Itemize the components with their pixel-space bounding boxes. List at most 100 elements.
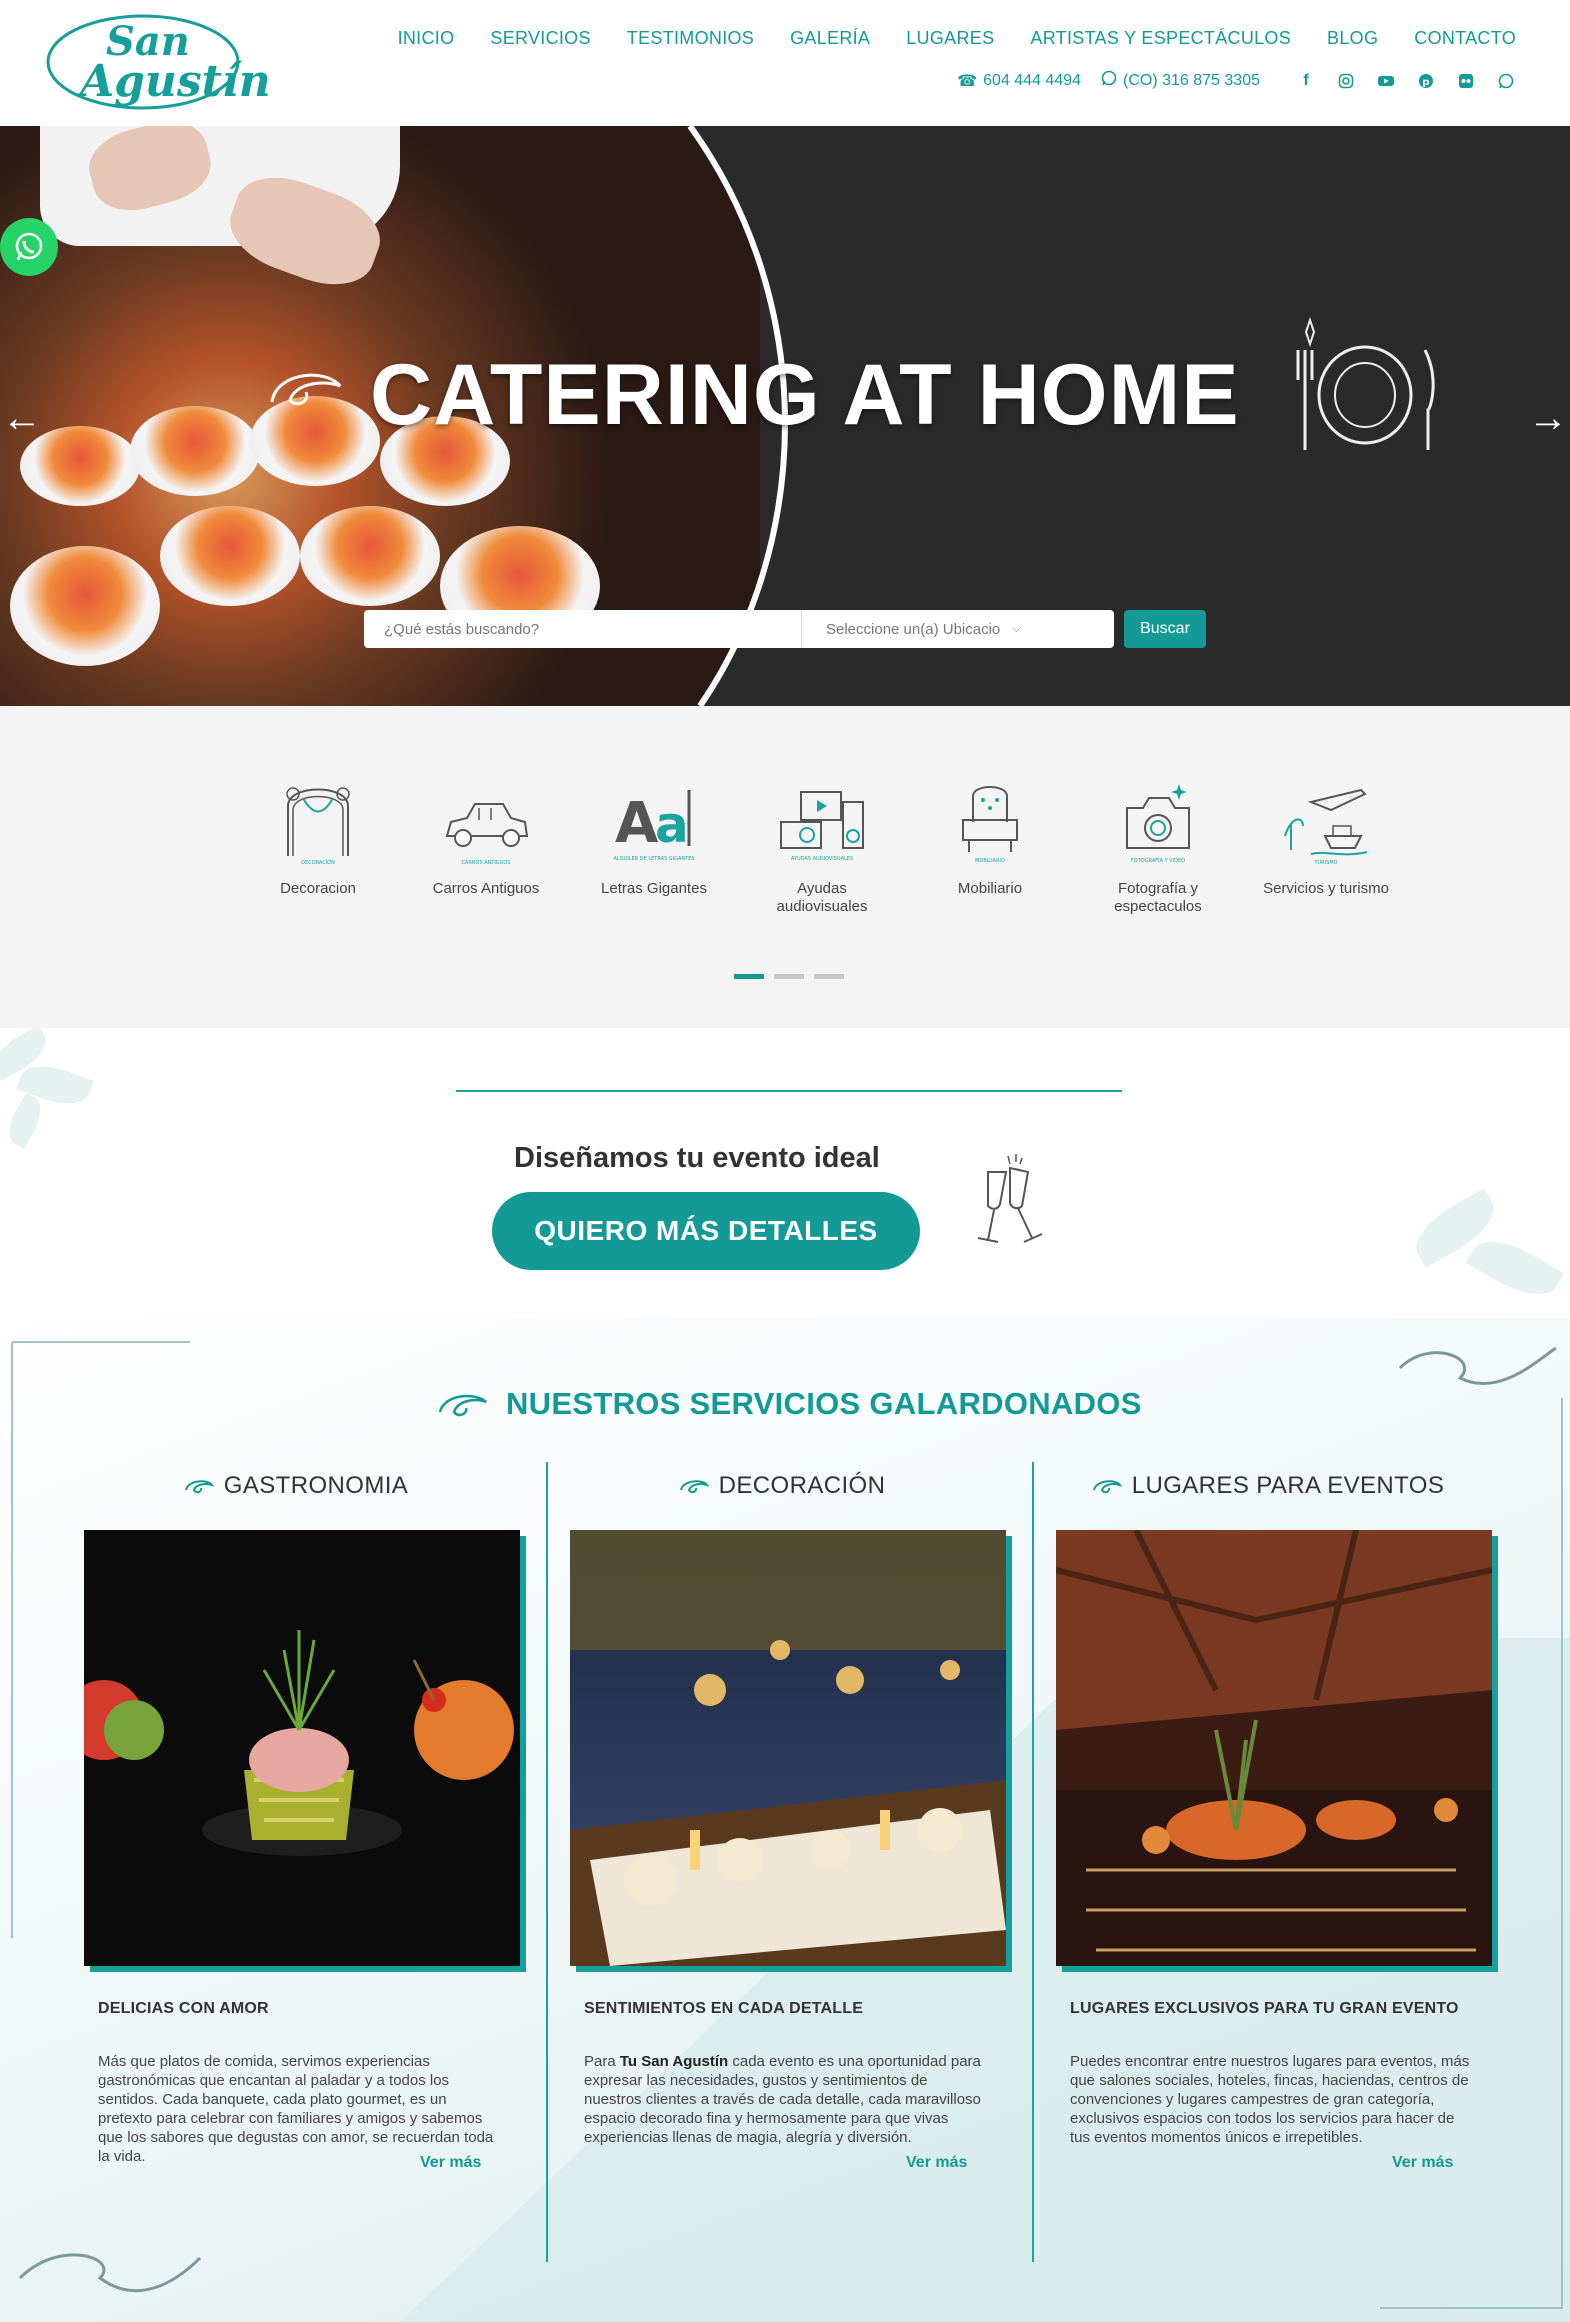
column-text: Más que platos de comida, servimos exper… bbox=[98, 2053, 494, 2165]
instagram-icon[interactable] bbox=[1336, 71, 1356, 91]
category-icon-caption: TURISMO bbox=[1313, 860, 1337, 866]
location-select-value: Seleccione un(a) Ubicacio bbox=[826, 620, 1001, 638]
title-swirl-icon bbox=[438, 1394, 487, 1417]
column-divider bbox=[546, 1462, 548, 2262]
carousel-dot[interactable] bbox=[814, 974, 844, 979]
flickr-icon[interactable] bbox=[1456, 71, 1476, 91]
facebook-icon[interactable]: f bbox=[1296, 71, 1316, 91]
category-label: Servicios y turismo bbox=[1263, 880, 1389, 897]
svg-text:a: a bbox=[655, 796, 689, 854]
nav-servicios[interactable]: SERVICIOS bbox=[490, 28, 590, 49]
site-logo[interactable]: San Agustín bbox=[44, 12, 271, 112]
slider-prev-arrow[interactable]: ← bbox=[2, 398, 42, 438]
svg-text:A: A bbox=[615, 791, 659, 856]
audiovisual-icon: AYUDAS AUDIOVISUALES bbox=[780, 791, 864, 862]
decoration-arch-icon: DECORACIÓN bbox=[286, 787, 350, 866]
swirl-ornament-icon bbox=[270, 373, 342, 406]
phone-link[interactable]: ☎ 604 444 4494 bbox=[957, 71, 1081, 91]
pinterest-icon[interactable]: p bbox=[1416, 71, 1436, 91]
category-icon-caption: AYUDAS AUDIOVISUALES bbox=[791, 856, 853, 862]
category-label: Mobiliario bbox=[957, 880, 1023, 897]
column-heading: DECORACIÓN bbox=[718, 1472, 886, 1499]
gastronomy-dish-image bbox=[84, 1530, 520, 1966]
chevron-down-icon: ⌵ bbox=[1012, 622, 1021, 635]
whatsapp-float-button[interactable] bbox=[0, 218, 58, 276]
ver-mas-link[interactable]: Ver más bbox=[420, 2154, 481, 2172]
ver-mas-link[interactable]: Ver más bbox=[1392, 2154, 1453, 2172]
category-turismo[interactable]: TURISMO Servicios y turismo bbox=[1242, 776, 1410, 916]
category-label: Letras Gigantes bbox=[601, 880, 707, 897]
category-icon-caption: DECORACIÓN bbox=[301, 859, 335, 866]
column-subtitle: DELICIAS CON AMOR bbox=[98, 2000, 269, 2017]
whatsapp-number: (CO) 316 875 3305 bbox=[1123, 71, 1260, 89]
carousel-dots bbox=[734, 974, 844, 979]
category-icon-caption: FOTOGRAFÍA Y VIDEO bbox=[1131, 857, 1185, 864]
cta-section: Diseñamos tu evento ideal QUIERO MÁS DET… bbox=[0, 1028, 1570, 1318]
slider-next-arrow[interactable]: → bbox=[1528, 398, 1568, 438]
brand-name: Tu San Agustín bbox=[619, 2053, 729, 2070]
phone-icon: ☎ bbox=[957, 72, 978, 90]
service-column-lugares: LUGARES PARA EVENTOS LUGARES EXCLUSIVOS … bbox=[1042, 1468, 1498, 2171]
category-label: Carros Antiguos bbox=[432, 880, 540, 897]
search-input[interactable] bbox=[364, 610, 802, 648]
leaf-decoration bbox=[1, 1092, 49, 1150]
categories-carousel: DECORACIÓN Decoracion CARROS ANTIGUOS Ca… bbox=[0, 706, 1570, 1028]
service-column-gastronomia: GASTRONOMIA DELICIAS CON AMOR Más que pl… bbox=[70, 1468, 526, 2171]
heading-swirl-icon bbox=[184, 1480, 214, 1494]
search-button[interactable]: Buscar bbox=[1124, 610, 1206, 648]
decoracion-photo[interactable] bbox=[570, 1530, 1012, 1972]
nav-galeria[interactable]: GALERÍA bbox=[790, 28, 870, 49]
services-section: NUESTROS SERVICIOS GALARDONADOS GASTRONO… bbox=[0, 1318, 1570, 2322]
decorated-table-image bbox=[570, 1530, 1006, 1966]
cta-divider-line bbox=[456, 1090, 1122, 1092]
carousel-dot[interactable] bbox=[774, 974, 804, 979]
nav-contacto[interactable]: CONTACTO bbox=[1414, 28, 1516, 49]
category-audiovisual[interactable]: AYUDAS AUDIOVISUALES Ayudas audiovisuale… bbox=[738, 776, 906, 916]
hero-title: CATERING AT HOME bbox=[370, 347, 1240, 443]
ver-mas-link[interactable]: Ver más bbox=[906, 2154, 967, 2172]
service-column-decoracion: DECORACIÓN SENTIMIENTOS EN CADA DETALLE … bbox=[556, 1468, 1012, 2171]
location-select[interactable]: Seleccione un(a) Ubicacio ⌵ bbox=[802, 610, 1114, 648]
social-icons: f p bbox=[1296, 71, 1516, 91]
site-header: San Agustín INICIO SERVICIOS TESTIMONIOS… bbox=[0, 0, 1570, 126]
nav-artistas[interactable]: ARTISTAS Y ESPECTÁCULOS bbox=[1030, 28, 1291, 49]
category-letras[interactable]: A a ALQUILER DE LETRAS GIGANTES Letras G… bbox=[570, 776, 738, 916]
cta-title: Diseñamos tu evento ideal bbox=[514, 1142, 880, 1174]
category-label: Ayudas audiovisuales bbox=[776, 880, 868, 915]
column-heading: LUGARES PARA EVENTOS bbox=[1131, 1472, 1445, 1499]
nav-lugares[interactable]: LUGARES bbox=[906, 28, 994, 49]
category-label: Decoracion bbox=[280, 880, 356, 897]
hero-slider: CATERING AT HOME ← → Seleccione un(a) Ub… bbox=[0, 126, 1570, 706]
nav-blog[interactable]: BLOG bbox=[1327, 28, 1378, 49]
giant-letters-icon: A a ALQUILER DE LETRAS GIGANTES bbox=[613, 790, 695, 862]
column-text: Puedes encontrar entre nuestros lugares … bbox=[1070, 2053, 1470, 2146]
vintage-car-icon: CARROS ANTIGUOS bbox=[445, 803, 529, 866]
more-details-button[interactable]: QUIERO MÁS DETALLES bbox=[492, 1192, 920, 1270]
youtube-icon[interactable] bbox=[1376, 71, 1396, 91]
nav-testimonios[interactable]: TESTIMONIOS bbox=[627, 28, 754, 49]
main-nav: INICIO SERVICIOS TESTIMONIOS GALERÍA LUG… bbox=[398, 28, 1516, 49]
category-icon-caption: ALQUILER DE LETRAS GIGANTES bbox=[613, 856, 694, 862]
travel-icon: TURISMO bbox=[1284, 788, 1368, 866]
column-subtitle: SENTIMIENTOS EN CADA DETALLE bbox=[584, 2000, 864, 2017]
svg-text:p: p bbox=[1422, 77, 1429, 88]
gastronomia-photo[interactable] bbox=[84, 1530, 526, 1972]
category-fotografia[interactable]: FOTOGRAFÍA Y VIDEO Fotografía y espectac… bbox=[1074, 776, 1242, 916]
category-decoracion[interactable]: DECORACIÓN Decoracion bbox=[234, 776, 402, 916]
category-icon-caption: MOBILIARIO bbox=[975, 858, 1005, 864]
column-subtitle: LUGARES EXCLUSIVOS PARA TU GRAN EVENTO bbox=[1070, 2000, 1459, 2017]
phone-number: 604 444 4494 bbox=[983, 71, 1082, 89]
category-carros[interactable]: CARROS ANTIGUOS Carros Antiguos bbox=[402, 776, 570, 916]
whatsapp-social-icon[interactable] bbox=[1496, 71, 1516, 91]
category-mobiliario[interactable]: MOBILIARIO Mobiliario bbox=[906, 776, 1074, 916]
plate-cutlery-icon bbox=[1296, 316, 1435, 450]
nav-inicio[interactable]: INICIO bbox=[398, 28, 455, 49]
lugares-photo[interactable] bbox=[1056, 1530, 1498, 1972]
champagne-glasses-icon bbox=[977, 1154, 1043, 1243]
whatsapp-link[interactable]: (CO) 316 875 3305 bbox=[1101, 70, 1260, 91]
heading-swirl-icon bbox=[679, 1480, 709, 1494]
heading-swirl-icon bbox=[1092, 1480, 1122, 1494]
search-bar: Seleccione un(a) Ubicacio ⌵ bbox=[364, 610, 1114, 648]
carousel-dot[interactable] bbox=[734, 974, 764, 979]
camera-icon: FOTOGRAFÍA Y VIDEO bbox=[1126, 784, 1190, 864]
